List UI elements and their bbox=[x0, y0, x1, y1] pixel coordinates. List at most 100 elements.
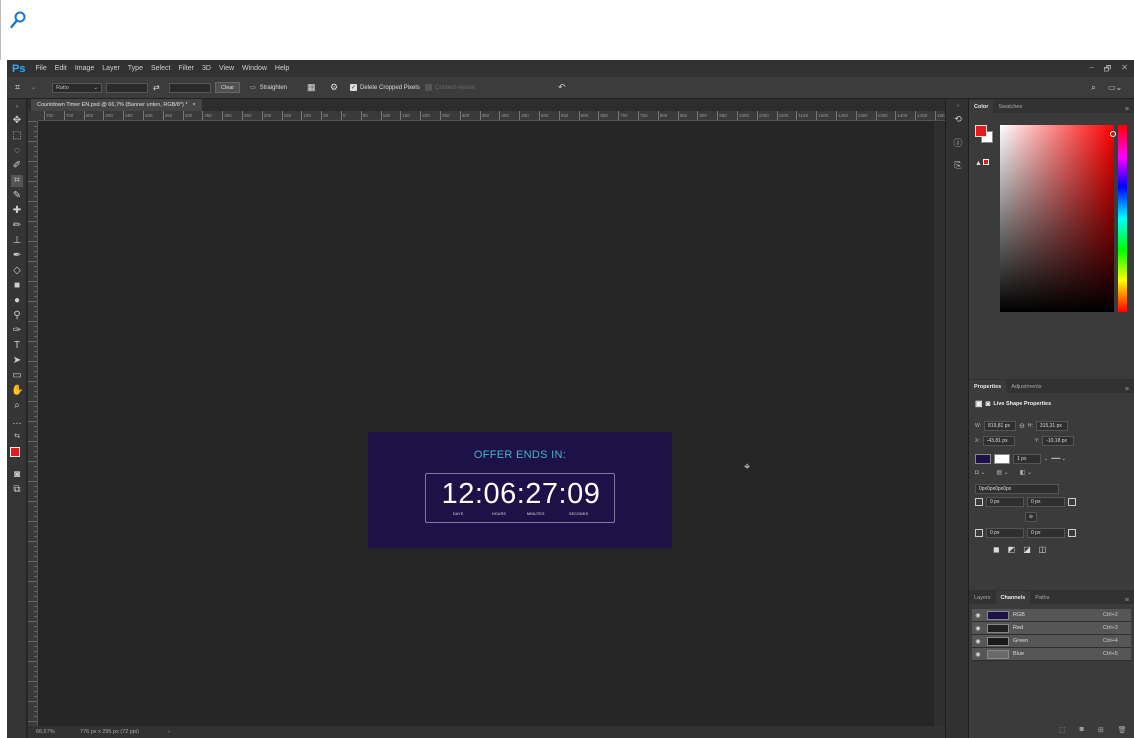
tab-properties[interactable]: Properties bbox=[969, 380, 1007, 393]
tab-channels[interactable]: Channels bbox=[995, 591, 1031, 604]
swap-colors-icon[interactable]: ⇆ bbox=[11, 431, 23, 443]
link-corners-icon[interactable]: ⊖ bbox=[1025, 512, 1037, 522]
eye-icon[interactable]: ◉ bbox=[972, 651, 984, 658]
search-icon[interactable]: ⌕ bbox=[1091, 82, 1096, 93]
height-input[interactable]: 315,31 px bbox=[1035, 421, 1068, 431]
menu-image[interactable]: Image bbox=[71, 65, 98, 72]
channel-row-red[interactable]: ◉ Red Ctrl+3 bbox=[972, 622, 1131, 635]
undo-icon[interactable]: ↶ bbox=[558, 82, 566, 93]
path-select-tool-icon[interactable]: ➤ bbox=[11, 355, 23, 367]
eye-icon[interactable]: ◉ bbox=[972, 612, 984, 619]
channel-row-green[interactable]: ◉ Green Ctrl+4 bbox=[972, 635, 1131, 648]
menu-layer[interactable]: Layer bbox=[98, 65, 124, 72]
eye-icon[interactable]: ◉ bbox=[972, 625, 984, 632]
close-button[interactable]: ✕ bbox=[1121, 63, 1128, 77]
type-tool-icon[interactable]: T bbox=[11, 340, 23, 352]
stroke-caps-icon[interactable]: ◧ ⌄ bbox=[1020, 469, 1032, 476]
lasso-tool-icon[interactable]: ◌ bbox=[11, 145, 23, 157]
path-combine-icon[interactable]: ◼ bbox=[993, 545, 1000, 554]
clear-button[interactable]: Clear bbox=[215, 82, 241, 93]
screen-mode-icon[interactable]: ⧉ bbox=[11, 484, 23, 496]
width-ratio-input[interactable] bbox=[106, 82, 148, 93]
save-selection-icon[interactable]: ◙ bbox=[1080, 726, 1084, 734]
stroke-width-input[interactable]: 1 px bbox=[1013, 454, 1041, 464]
tab-swatches[interactable]: Swatches bbox=[993, 100, 1027, 113]
minimize-button[interactable]: – bbox=[1089, 63, 1093, 77]
tab-color[interactable]: Color bbox=[969, 100, 994, 113]
horizontal-ruler[interactable]: 750 700 650 600 550 500 450 400 350 300 250 200 150 1… bbox=[38, 111, 945, 121]
crop-tool-icon[interactable]: ⌗ bbox=[15, 82, 20, 93]
hue-slider[interactable] bbox=[1118, 125, 1127, 312]
menu-help[interactable]: Help bbox=[271, 65, 293, 72]
align-edges-icon[interactable]: ◘ ⌄ bbox=[975, 469, 985, 476]
dodge-tool-icon[interactable]: ⚲ bbox=[11, 310, 23, 322]
foreground-color-swatch[interactable] bbox=[975, 125, 987, 137]
gear-icon[interactable]: ⚙ bbox=[330, 82, 338, 93]
radius-summary-input[interactable]: 0px0px0px0px bbox=[975, 484, 1059, 494]
tab-layers[interactable]: Layers bbox=[969, 591, 996, 604]
corner-tl-input[interactable]: 0 px bbox=[986, 497, 1024, 507]
delete-cropped-checkbox[interactable]: ✓ Delete Cropped Pixels bbox=[350, 82, 420, 93]
eraser-tool-icon[interactable]: ◇ bbox=[11, 265, 23, 277]
collapse-icon[interactable]: « bbox=[952, 100, 964, 112]
more-tools-icon[interactable]: … bbox=[11, 416, 23, 428]
stroke-color-swatch[interactable] bbox=[994, 454, 1010, 464]
healing-brush-tool-icon[interactable]: ✚ bbox=[11, 205, 23, 217]
panel-menu-icon[interactable]: ≡ bbox=[1125, 597, 1129, 604]
foreground-color-swatch[interactable] bbox=[10, 447, 20, 457]
stamp-tool-icon[interactable]: ⊥ bbox=[11, 235, 23, 247]
panel-menu-icon[interactable]: ≡ bbox=[1125, 106, 1129, 113]
hand-tool-icon[interactable]: ✋ bbox=[11, 385, 23, 397]
channel-row-rgb[interactable]: ◉ RGB Ctrl+2 bbox=[972, 609, 1131, 622]
history-panel-icon[interactable]: ⟲ bbox=[952, 113, 964, 125]
color-field[interactable] bbox=[1000, 125, 1116, 312]
tab-adjustments[interactable]: Adjustments bbox=[1006, 380, 1046, 393]
height-ratio-input[interactable] bbox=[169, 82, 211, 93]
content-aware-checkbox[interactable]: Content-Aware bbox=[425, 82, 475, 93]
ruler-origin[interactable] bbox=[28, 111, 38, 121]
close-tab-icon[interactable]: × bbox=[193, 102, 196, 108]
path-intersect-icon[interactable]: ◪ bbox=[1023, 545, 1031, 554]
collapse-icon[interactable]: » bbox=[11, 101, 23, 113]
ratio-select[interactable]: Ratio ⌄ bbox=[52, 82, 102, 93]
eyedropper-tool-icon[interactable]: ✎ bbox=[11, 190, 23, 202]
path-subtract-icon[interactable]: ◩ bbox=[1008, 545, 1016, 554]
info-panel-icon[interactable]: ⓘ bbox=[952, 137, 964, 149]
search-icon[interactable] bbox=[10, 11, 26, 29]
menu-edit[interactable]: Edit bbox=[51, 65, 71, 72]
corner-br-input[interactable]: 0 px bbox=[1027, 528, 1065, 538]
tab-paths[interactable]: Paths bbox=[1030, 591, 1054, 604]
straighten-button[interactable]: ▭ Straighten bbox=[250, 82, 287, 93]
menu-window[interactable]: Window bbox=[238, 65, 271, 72]
corner-tr-input[interactable]: 0 px bbox=[1027, 497, 1065, 507]
panel-menu-icon[interactable]: ≡ bbox=[1125, 386, 1129, 393]
menu-view[interactable]: View bbox=[215, 65, 238, 72]
stroke-align-icon[interactable]: ▤ ⌄ bbox=[996, 469, 1008, 476]
gamut-warning-icon[interactable]: ▲ bbox=[975, 159, 989, 167]
canvas-area[interactable]: OFFER ENDS IN: 12:06:27:09 DAYS HOURS MI… bbox=[39, 122, 934, 726]
link-icon[interactable]: ⊖ bbox=[1019, 422, 1025, 430]
swap-icon[interactable]: ⇄ bbox=[153, 82, 160, 93]
gradient-tool-icon[interactable]: ■ bbox=[11, 280, 23, 292]
corner-bl-input[interactable]: 0 px bbox=[986, 528, 1024, 538]
preset-chevron-icon[interactable]: ⌄ bbox=[31, 82, 36, 93]
menu-type[interactable]: Type bbox=[124, 65, 147, 72]
document-tab[interactable]: Countdown Timer EN.psd @ 66,7% (Banner u… bbox=[31, 99, 202, 111]
countdown-banner[interactable]: OFFER ENDS IN: 12:06:27:09 DAYS HOURS MI… bbox=[368, 432, 672, 548]
y-input[interactable]: -10,18 px bbox=[1042, 436, 1075, 446]
menu-file[interactable]: File bbox=[31, 65, 50, 72]
blur-tool-icon[interactable]: ● bbox=[11, 295, 23, 307]
chevron-down-icon[interactable]: ⌄ bbox=[1044, 456, 1048, 462]
load-selection-icon[interactable]: ⬚ bbox=[1059, 726, 1066, 734]
rectangle-tool-icon[interactable]: ▭ bbox=[11, 370, 23, 382]
history-brush-tool-icon[interactable]: ✒ bbox=[11, 250, 23, 262]
grid-overlay-icon[interactable]: ▦ bbox=[307, 82, 316, 93]
eye-icon[interactable]: ◉ bbox=[972, 638, 984, 645]
quick-select-tool-icon[interactable]: ✐ bbox=[11, 160, 23, 172]
stroke-style-select[interactable]: ━━━ ⌄ bbox=[1051, 456, 1066, 462]
x-input[interactable]: -43,81 px bbox=[982, 436, 1015, 446]
workspace-icon[interactable]: ▭⌄ bbox=[1108, 82, 1122, 93]
zoom-level[interactable]: 66,67% bbox=[36, 729, 55, 735]
marquee-tool-icon[interactable]: ⬚ bbox=[11, 130, 23, 142]
new-channel-icon[interactable]: ⊞ bbox=[1098, 726, 1104, 734]
